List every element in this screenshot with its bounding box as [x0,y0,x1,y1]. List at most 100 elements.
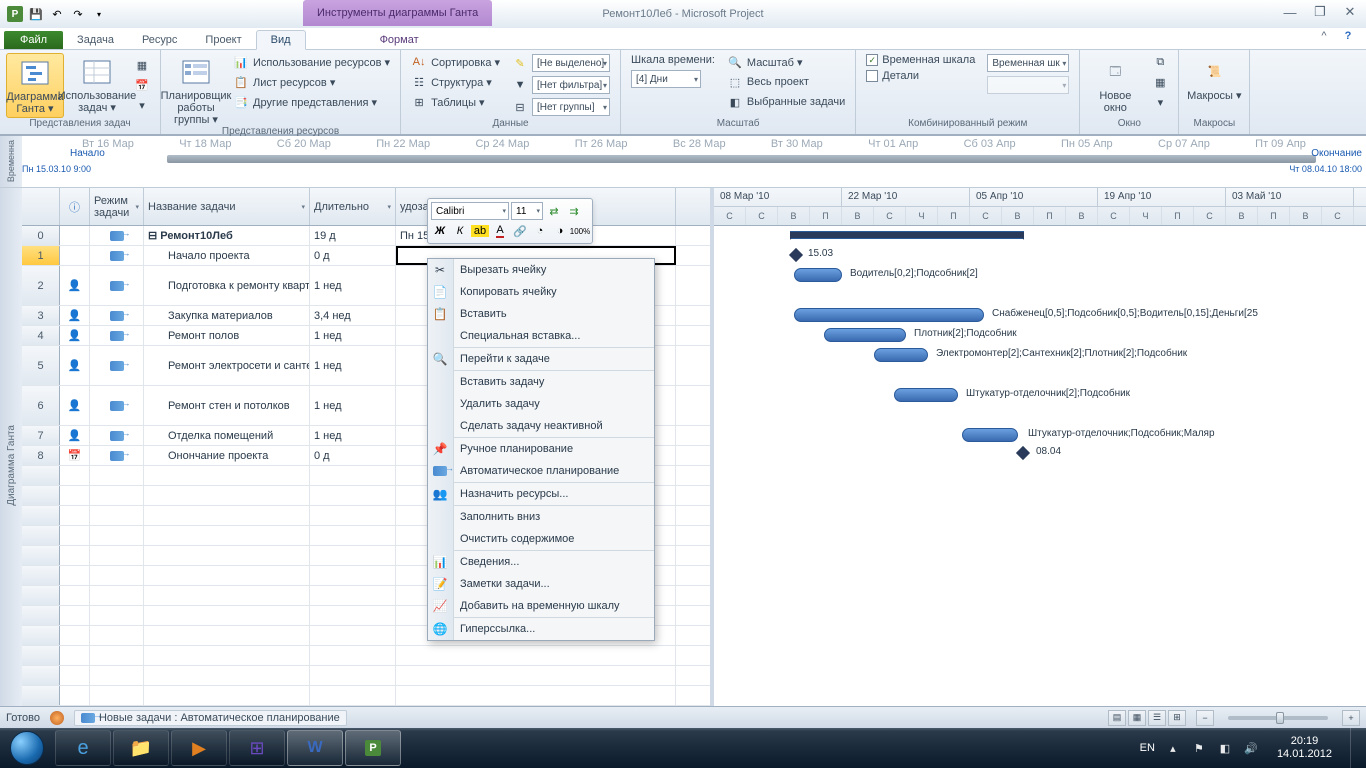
restore-button[interactable]: ❐ [1310,4,1330,20]
gantt-bar[interactable] [794,308,984,322]
row-mode[interactable] [90,386,144,425]
help-icon[interactable]: ? [1340,28,1356,44]
gantt-milestone[interactable] [1016,446,1030,460]
minimize-ribbon-icon[interactable]: ^ [1316,28,1332,44]
macros-button[interactable]: 📜 Макросы ▾ [1185,53,1243,118]
bold-icon[interactable]: Ж [431,222,449,240]
row-duration[interactable]: 1 нед [310,426,396,445]
timescale-combo[interactable]: [4] Дни [627,69,719,89]
ctx-add-timeline[interactable]: 📈Добавить на временную шкалу [428,595,654,617]
timeline-side-label[interactable]: Временна [0,136,22,187]
taskbar-ie[interactable]: e [55,730,111,766]
timescale-minor[interactable]: П [810,207,842,225]
ctx-paste[interactable]: 📋Вставить [428,303,654,325]
gantt-bar[interactable] [824,328,906,342]
timescale-major[interactable]: 22 Мар '10 [842,188,970,206]
font-size-combo[interactable]: 11 [511,202,543,220]
taskbar-explorer[interactable]: 📁 [113,730,169,766]
minimize-button[interactable]: — [1280,4,1300,20]
zoom-thumb[interactable] [1276,712,1284,724]
row-name[interactable]: Ремонт полов [144,326,310,345]
tray-clock[interactable]: 20:19 14.01.2012 [1269,735,1340,761]
close-button[interactable]: ✕ [1340,4,1360,20]
taskbar-project[interactable]: P [345,730,401,766]
calendar-button[interactable]: 📅 [130,77,154,95]
ctx-cut[interactable]: ✂Вырезать ячейку [428,259,654,281]
ctx-goto-task[interactable]: 🔍Перейти к задаче [428,348,654,370]
row-info[interactable]: 👤 [60,426,90,445]
show-desktop-button[interactable] [1350,728,1362,768]
col-header-duration[interactable]: Длительно▾ [310,188,396,225]
gantt-milestone[interactable] [789,248,803,262]
unlink-tasks-icon[interactable]: ⇉ [565,202,583,220]
link-icon[interactable]: 🔗 [511,222,529,240]
row-duration[interactable]: 1 нед [310,326,396,345]
row-index[interactable]: 6 [22,386,60,425]
ctx-manual-schedule[interactable]: 📌Ручное планирование [428,438,654,460]
row-index[interactable]: 3 [22,306,60,325]
team-planner-button[interactable]: Планировщик работы группы ▾ [167,53,225,126]
gantt-timescale[interactable]: 08 Мар '1022 Мар '1005 Апр '1019 Апр '10… [714,188,1366,226]
tab-task[interactable]: Задача [63,31,128,49]
italic-icon[interactable]: К [451,222,469,240]
row-duration[interactable]: 19 д [310,226,396,245]
other-res-views-button[interactable]: 📑Другие представления ▾ [229,93,394,111]
timescale-minor[interactable]: П [938,207,970,225]
row-mode[interactable] [90,306,144,325]
view-team-icon[interactable]: ☰ [1148,710,1166,726]
timescale-minor[interactable]: В [1226,207,1258,225]
col-header-mode[interactable]: Режим задачи▾ [90,188,144,225]
row-info[interactable] [60,226,90,245]
arrange-all-button[interactable]: ▦ [1148,73,1172,91]
timescale-minor[interactable]: С [746,207,778,225]
pct50-icon[interactable]: ◑ [551,222,569,240]
tray-flag-icon[interactable]: ⚑ [1191,740,1207,756]
pct25-icon[interactable]: ◔ [531,222,549,240]
timescale-major[interactable]: 03 Май '10 [1226,188,1354,206]
timescale-minor[interactable]: В [1290,207,1322,225]
font-color-icon[interactable]: А [491,222,509,240]
timeline-checkbox[interactable]: Временная шкала [862,53,979,67]
zoom-button[interactable]: 🔍Масштаб ▾ [723,53,849,71]
timescale-minor[interactable]: С [1194,207,1226,225]
col-header-info[interactable]: ⓘ [60,188,90,225]
timescale-minor[interactable]: П [1258,207,1290,225]
timescale-minor[interactable]: В [842,207,874,225]
view-sheet-icon[interactable]: ⊞ [1168,710,1186,726]
row-mode[interactable] [90,226,144,245]
group-by[interactable]: ⊟[Нет группы] [508,97,614,117]
row-index[interactable]: 2 [22,266,60,305]
ctx-delete-task[interactable]: Удалить задачу [428,393,654,415]
bg-color-icon[interactable]: ab [471,222,489,240]
row-mode[interactable] [90,246,144,265]
undo-icon[interactable]: ↶ [48,5,66,23]
highlight-filter[interactable]: ✎[Не выделено] [508,53,614,73]
row-index[interactable]: 4 [22,326,60,345]
row-duration[interactable]: 1 нед [310,346,396,385]
tab-format[interactable]: Формат [366,31,433,49]
col-header-select-all[interactable] [22,188,60,225]
ctx-assign-resources[interactable]: 👥Назначить ресурсы... [428,483,654,505]
timescale-minor[interactable]: П [1034,207,1066,225]
resource-sheet-button[interactable]: 📋Лист ресурсов ▾ [229,73,394,91]
start-button[interactable] [0,728,54,768]
tab-view[interactable]: Вид [256,30,306,50]
table-row-empty[interactable] [22,646,710,666]
table-row[interactable]: 0⊟ Ремонт10Леб19 дПн 15.03.10 9 Чт 08.04… [22,226,710,246]
status-new-tasks[interactable]: Новые задачи : Автоматическое планирован… [74,710,347,726]
row-name[interactable]: Онончание проекта [144,446,310,465]
row-info[interactable]: 👤 [60,306,90,325]
timescale-minor[interactable]: С [874,207,906,225]
gantt-bar[interactable] [894,388,958,402]
row-mode[interactable] [90,346,144,385]
table-row-empty[interactable] [22,686,710,706]
ctx-paste-special[interactable]: Специальная вставка... [428,325,654,347]
new-window-button[interactable]: 🗔 Новое окно [1086,53,1144,118]
gantt-body[interactable]: 15.03 Водитель[0,2];Подсобник[2] Снабжен… [714,226,1366,724]
redo-icon[interactable]: ↷ [69,5,87,23]
taskbar-app[interactable]: ⊞ [229,730,285,766]
timescale-major[interactable]: 05 Апр '10 [970,188,1098,206]
row-name[interactable]: Подготовка к ремонту квартиры [144,266,310,305]
ctx-fill-down[interactable]: Заполнить вниз [428,506,654,528]
ctx-clear[interactable]: Очистить содержимое [428,528,654,550]
